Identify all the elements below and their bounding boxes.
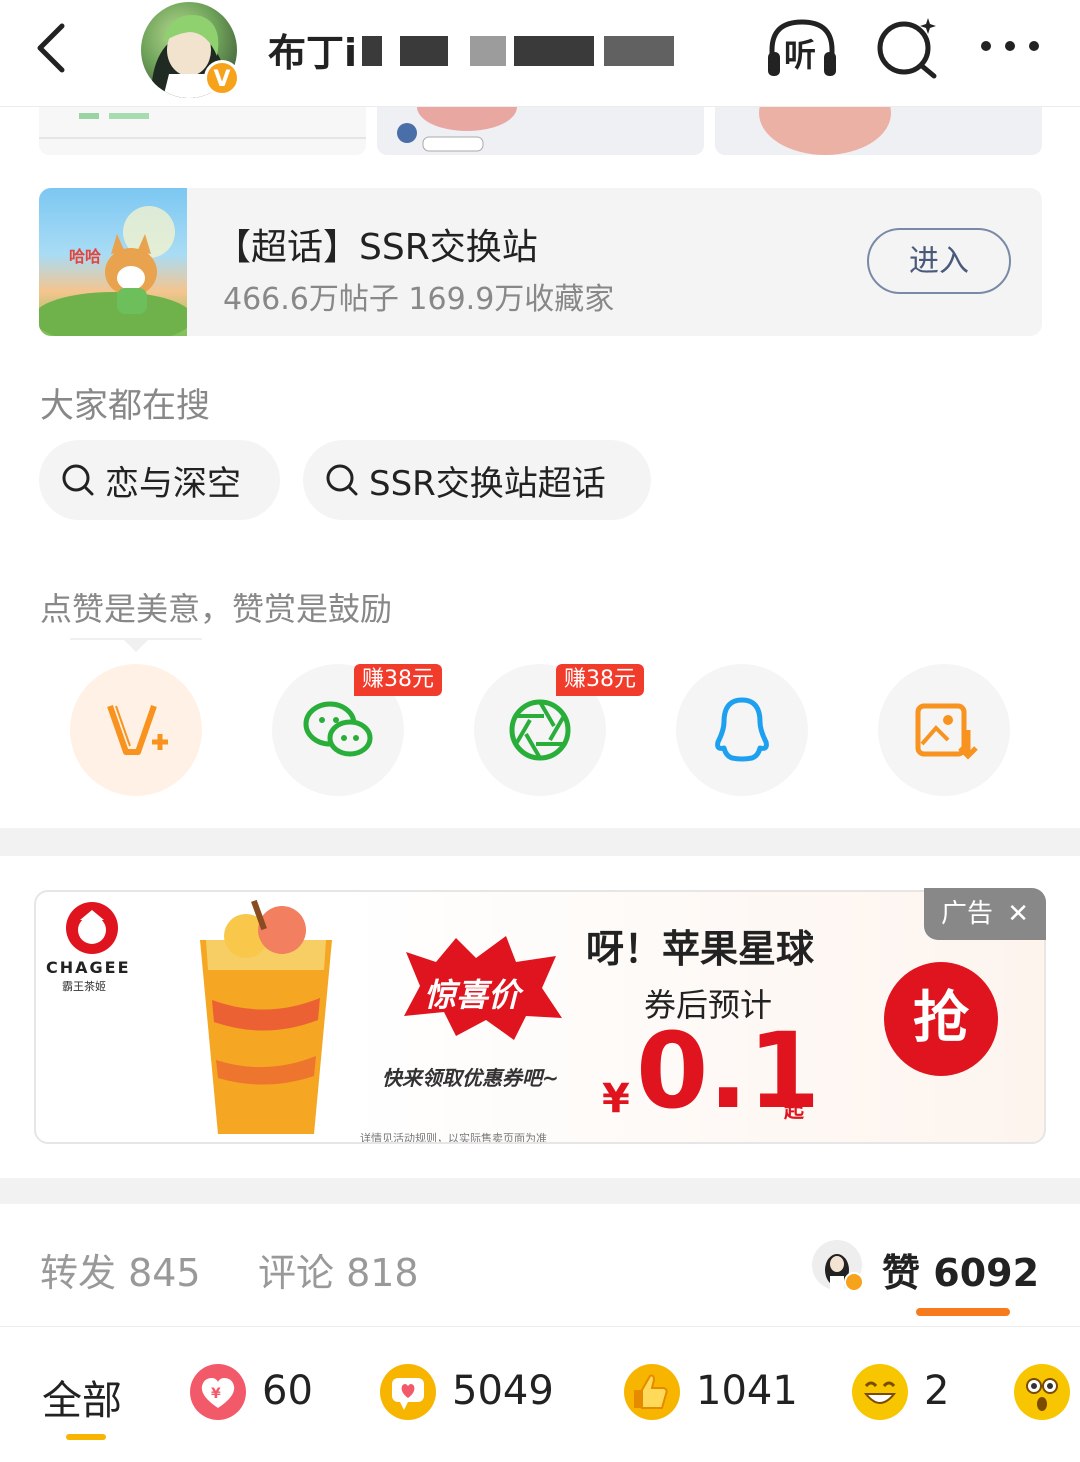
close-icon[interactable]: ✕ [1007, 899, 1029, 929]
search-icon [62, 464, 94, 496]
drink-cup-icon [200, 900, 332, 1134]
search-icon [326, 464, 358, 496]
trending-search-title: 大家都在搜 [40, 386, 210, 426]
heart-reaction-icon[interactable]: ¥ [190, 1364, 246, 1420]
redacted-text [400, 36, 448, 66]
reaction-count[interactable]: 2 [924, 1368, 949, 1414]
share-qq-button[interactable] [676, 664, 808, 796]
v-plus-icon [107, 705, 168, 755]
save-image-icon [915, 703, 978, 760]
earn-badge: 赚38元 [354, 664, 442, 696]
ad-headline: 呀！苹果星球 [586, 927, 815, 971]
redacted-text [514, 36, 594, 66]
reward-v-plus-button[interactable] [70, 664, 202, 796]
surprised-reaction-icon[interactable] [1014, 1364, 1070, 1420]
share-section-title: 点赞是美意，赞赏是鼓励 [40, 590, 393, 628]
enter-button[interactable]: 进入 [867, 228, 1011, 294]
comment-heart-reaction-icon[interactable] [380, 1364, 436, 1420]
earn-badge: 赚38元 [556, 664, 644, 696]
verified-badge-small [844, 1272, 864, 1292]
active-tab-indicator [66, 1434, 106, 1440]
like-count[interactable]: 赞 6092 [882, 1242, 1039, 1297]
reaction-tab-all[interactable]: 全部 [42, 1368, 122, 1426]
redacted-text [362, 36, 382, 66]
ad-fine-print: 详情见活动规则，以实际售卖页面为准 [360, 1132, 547, 1144]
like-prefix: 赞 [882, 1251, 921, 1295]
ad-promo-badge: 惊喜价 [424, 976, 521, 1014]
ad-coupon-text: 快来领取优惠券吧~ [382, 1066, 559, 1090]
like-number: 6092 [933, 1251, 1040, 1295]
ad-label-text: 广告 [940, 899, 993, 929]
verified-badge: V [204, 60, 240, 96]
back-chevron-icon[interactable] [30, 18, 74, 78]
save-image-button[interactable] [878, 664, 1010, 796]
super-topic-stats: 466.6万帖子 169.9万收藏家 [223, 282, 615, 317]
image-thumbnail[interactable] [39, 107, 366, 155]
search-chip[interactable]: SSR交换站超话 [303, 440, 651, 520]
divider [0, 1326, 1080, 1327]
reaction-count[interactable]: 1041 [696, 1368, 798, 1414]
redacted-text [604, 36, 674, 66]
ad-currency: ¥ [602, 1076, 630, 1122]
search-chip-label: SSR交换站超话 [369, 463, 606, 504]
comment-count[interactable]: 评论 818 [258, 1242, 419, 1297]
pointer-caret [124, 640, 148, 652]
image-thumbnail[interactable] [377, 107, 704, 155]
section-divider [0, 828, 1080, 856]
ad-banner[interactable]: CHAGEE 霸王茶姬 惊喜价 快来领取优惠券吧~ 详情见活动规则，以实际售卖页… [34, 890, 1046, 1144]
listen-headphones-icon[interactable]: 听 [762, 14, 842, 80]
redacted-text [470, 36, 506, 66]
svg-text:¥: ¥ [211, 1386, 221, 1402]
super-topic-cover: 哈哈 [39, 188, 193, 336]
search-chip[interactable]: 恋与深空 [39, 440, 280, 520]
ad-grab-button[interactable]: 抢 [884, 962, 998, 1076]
reaction-count[interactable]: 5049 [452, 1368, 554, 1414]
super-topic-card[interactable]: 哈哈 【超话】SSR交换站 466.6万帖子 169.9万收藏家 进入 [39, 188, 1042, 336]
chagee-logo-icon [66, 902, 118, 954]
reaction-count[interactable]: 60 [262, 1368, 313, 1414]
username[interactable]: 布丁i [268, 22, 357, 77]
moments-aperture-icon [509, 699, 571, 761]
image-thumbnail[interactable] [715, 107, 1042, 155]
more-icon[interactable] [978, 36, 1044, 56]
ad-brand-sub: 霸王茶姬 [62, 980, 106, 993]
wechat-icon [303, 701, 373, 757]
svg-text:哈哈: 哈哈 [69, 247, 101, 266]
section-divider [0, 1178, 1080, 1204]
active-tab-indicator [916, 1308, 1010, 1316]
thumbs-up-reaction-icon[interactable] [624, 1364, 680, 1420]
super-topic-title: 【超话】SSR交换站 [215, 227, 538, 268]
repost-count[interactable]: 转发 845 [40, 1242, 201, 1297]
ad-price-suffix: 起 [784, 1098, 804, 1122]
qq-penguin-icon [715, 697, 769, 762]
search-chip-label: 恋与深空 [105, 463, 241, 504]
ad-label[interactable]: 广告 ✕ [924, 888, 1046, 940]
search-icon[interactable] [872, 14, 942, 80]
ad-brand: CHAGEE [46, 958, 131, 977]
listen-label: 听 [784, 36, 817, 74]
laughing-reaction-icon[interactable] [852, 1364, 908, 1420]
